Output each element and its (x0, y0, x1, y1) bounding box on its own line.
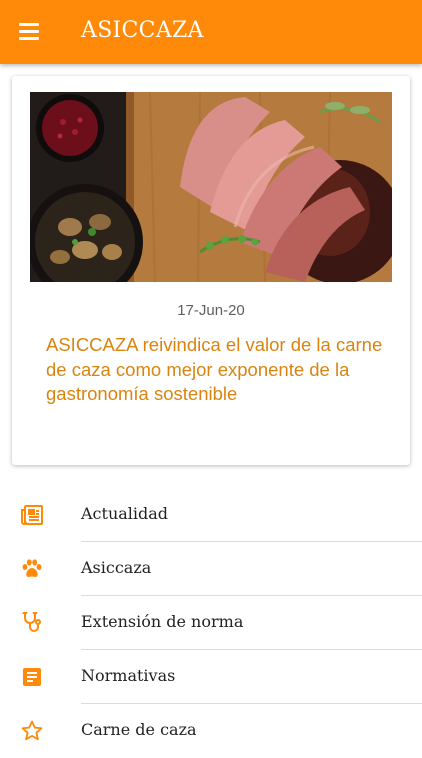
menu-item-actualidad[interactable]: Actualidad (0, 488, 422, 542)
app-title: ASICCAZA (81, 18, 204, 43)
menu-item-asiccaza[interactable]: Asiccaza (0, 542, 422, 596)
newspaper-icon (20, 503, 44, 527)
article-date: 17-Jun-20 (177, 302, 245, 319)
menu-item-label: Asiccaza (81, 558, 152, 577)
star-icon (20, 719, 44, 743)
featured-news-card[interactable]: 17-Jun-20 ASICCAZA reivindica el valor d… (12, 76, 410, 465)
menu-item-extension-de-norma[interactable]: Extensión de norma (0, 596, 422, 650)
featured-image (30, 92, 392, 282)
menu-item-label: Carne de caza (81, 720, 197, 739)
app-bar: ASICCAZA (0, 0, 422, 64)
stethoscope-icon (20, 611, 44, 635)
menu-item-label: Actualidad (81, 504, 169, 523)
menu-item-normativas[interactable]: Normativas (0, 650, 422, 704)
hamburger-menu-icon[interactable] (17, 20, 43, 44)
menu-item-label: Normativas (81, 666, 176, 685)
document-icon (20, 665, 44, 689)
menu-item-label: Extensión de norma (81, 612, 244, 631)
article-headline[interactable]: ASICCAZA reivindica el valor de la carne… (46, 333, 386, 407)
paw-icon (20, 557, 44, 581)
main-menu: Actualidad Asiccaza Extensión de norma N… (0, 488, 422, 758)
